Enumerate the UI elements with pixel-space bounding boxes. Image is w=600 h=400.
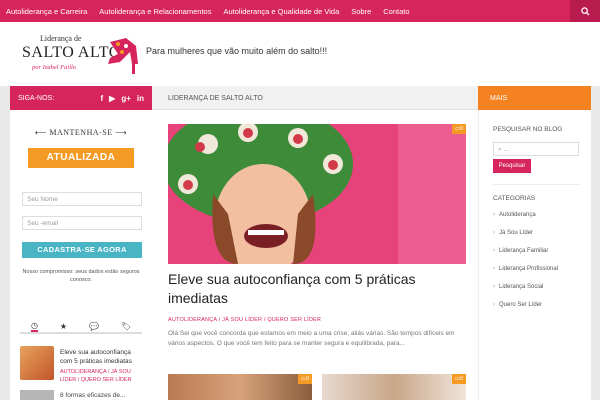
tab-popular-star-icon[interactable]: ★ bbox=[60, 322, 67, 331]
search-heading: PESQUISAR NO BLOG bbox=[493, 126, 563, 133]
keep-title: ⟵ MANTENHA-SE ⟶ bbox=[34, 128, 128, 137]
category-link[interactable]: Já Sou Líder bbox=[493, 230, 533, 236]
high-heel-icon bbox=[108, 38, 138, 74]
top-navigation: Autoliderança e Carreira Autoliderança e… bbox=[0, 0, 600, 22]
site-logo[interactable]: Liderança de SALTO ALTO por Izabel Faill… bbox=[18, 30, 138, 80]
categories-heading: CATEGORIAS bbox=[493, 195, 536, 202]
breadcrumb: LIDERANÇA DE SALTO ALTO bbox=[152, 86, 478, 110]
sidebar-post-thumbnail[interactable] bbox=[20, 346, 54, 380]
nav-item-relacionamentos[interactable]: Autoliderança e Relacionamentos bbox=[93, 7, 217, 16]
sidebar-next-title[interactable]: 8 formas eficazes de... bbox=[60, 392, 125, 399]
category-link[interactable]: Liderança Familiar bbox=[493, 248, 548, 254]
tab-tags-icon[interactable]: 🏷 bbox=[121, 322, 131, 331]
category-link[interactable]: Liderança Social bbox=[493, 284, 543, 290]
left-arrow-icon: ⟵ bbox=[34, 128, 50, 137]
signup-button[interactable]: CADASTRA-SE AGORA bbox=[22, 242, 142, 258]
tab-recent-clock-icon[interactable]: ◷ bbox=[30, 321, 38, 332]
commitment-text: Nosso compromisso: seus dados estão segu… bbox=[22, 269, 140, 283]
divider bbox=[493, 184, 581, 185]
logo-line-3: por Izabel Faillo bbox=[32, 64, 77, 71]
site-tagline: Para mulheres que vão muito além do salt… bbox=[146, 46, 328, 56]
comments-count-badge[interactable]: ▭0 bbox=[452, 124, 466, 134]
nav-item-sobre[interactable]: Sobre bbox=[345, 7, 377, 16]
category-link[interactable]: Liderança Profissional bbox=[493, 266, 558, 272]
tab-comments-icon[interactable]: 💬 bbox=[89, 322, 99, 331]
post-thumbnail-2[interactable]: ▭0 bbox=[168, 374, 312, 400]
social-icons: f ▶ g+ in bbox=[101, 94, 145, 103]
post-thumbnail-3[interactable]: ▭0 bbox=[322, 374, 466, 400]
hero-photo bbox=[168, 124, 466, 264]
updated-banner: ATUALIZADA bbox=[28, 148, 134, 168]
email-field[interactable]: Seu -email bbox=[22, 216, 142, 230]
right-arrow-icon: ⟶ bbox=[112, 128, 128, 137]
post-title[interactable]: Eleve sua autoconfiança com 5 práticas i… bbox=[168, 270, 466, 308]
sidebar-post-categories[interactable]: AUTOLIDERANÇA / JÁ SOU LÍDER / QUERO SER… bbox=[60, 368, 144, 384]
comments-count-badge-2[interactable]: ▭0 bbox=[298, 374, 312, 384]
main-content: ▭0 Eleve sua autoconfiança com 5 prática… bbox=[152, 110, 478, 400]
post-categories[interactable]: AUTOLIDERANÇA / JÁ SOU LÍDER / QUERO SER… bbox=[168, 317, 321, 323]
background-pattern-right bbox=[591, 86, 600, 400]
category-link[interactable]: Quero Ser Líder bbox=[493, 302, 542, 308]
linkedin-icon[interactable]: in bbox=[137, 94, 144, 103]
search-icon[interactable] bbox=[570, 0, 600, 22]
nav-item-carreira[interactable]: Autoliderança e Carreira bbox=[0, 7, 93, 16]
sidebar-post-title[interactable]: Eleve sua autoconfiança com 5 práticas i… bbox=[60, 348, 144, 366]
sidebar-tabs: ◷ ★ 💬 🏷 bbox=[20, 320, 142, 334]
google-plus-icon[interactable]: g+ bbox=[121, 94, 131, 103]
site-header: Liderança de SALTO ALTO por Izabel Faill… bbox=[0, 22, 600, 86]
blog-search-input[interactable]: ⌕ ... bbox=[493, 142, 579, 156]
facebook-icon[interactable]: f bbox=[101, 94, 104, 103]
category-link[interactable]: Autoliderança bbox=[493, 212, 536, 218]
sidebar-next-thumbnail[interactable] bbox=[20, 390, 54, 400]
more-header: MAIS bbox=[478, 86, 591, 110]
name-field[interactable]: Seu Nome bbox=[22, 192, 142, 206]
follow-bar: SIGA-NOS: f ▶ g+ in bbox=[10, 86, 152, 110]
left-sidebar: ⟵ MANTENHA-SE ⟶ ATUALIZADA Seu Nome Seu … bbox=[10, 110, 152, 400]
comments-count-badge-3[interactable]: ▭0 bbox=[452, 374, 466, 384]
nav-item-qualidade-de-vida[interactable]: Autoliderança e Qualidade de Vida bbox=[217, 7, 345, 16]
nav-item-contato[interactable]: Contato bbox=[377, 7, 415, 16]
logo-line-1: Liderança de bbox=[40, 34, 82, 43]
featured-post-image[interactable]: ▭0 bbox=[168, 124, 466, 264]
follow-label: SIGA-NOS: bbox=[18, 94, 55, 102]
background-pattern-left bbox=[0, 86, 10, 400]
right-sidebar: PESQUISAR NO BLOG ⌕ ... Pesquisar CATEGO… bbox=[478, 110, 591, 400]
post-excerpt: Olá Sei que você concorda que estamos em… bbox=[168, 330, 455, 347]
youtube-icon[interactable]: ▶ bbox=[109, 94, 115, 103]
search-button[interactable]: Pesquisar bbox=[493, 159, 531, 173]
